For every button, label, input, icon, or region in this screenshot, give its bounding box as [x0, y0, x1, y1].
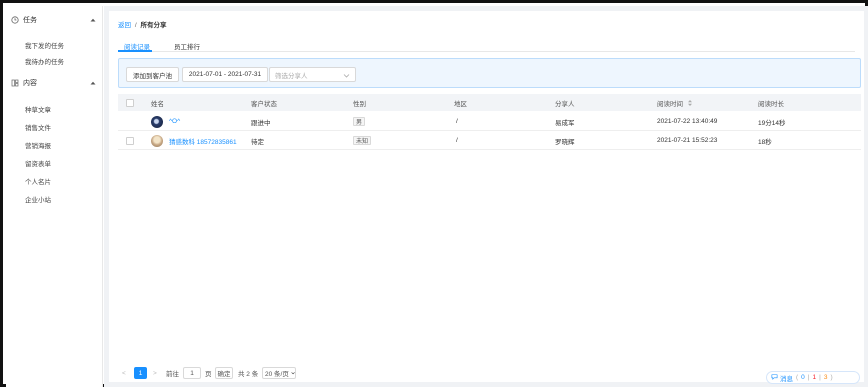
active-tab-indicator	[118, 50, 152, 52]
goto-page-input[interactable]: 1	[183, 367, 201, 379]
tab-staff-ranking[interactable]: 员工排行	[174, 41, 200, 51]
filter-bar: 添加到客户池 2021-07-01 - 2021-07-31 筛选分享人	[118, 58, 861, 88]
page-1-button[interactable]: 1	[134, 367, 147, 379]
content-area: 返回 / 所有分享 阅读记录 员工排行 添加到客户池 2021-07-01 - …	[104, 6, 868, 387]
message-count-red: 1	[812, 374, 817, 381]
sidebar-item-lead-forms[interactable]: 留资表单	[25, 158, 51, 168]
main-panel: 返回 / 所有分享 阅读记录 员工排行 添加到客户池 2021-07-01 - …	[109, 11, 864, 382]
message-close-paren: )	[830, 374, 833, 381]
sidebar-group-content[interactable]: 内容	[11, 77, 99, 89]
sidebar-item-my-todo-tasks[interactable]: 我待办的任务	[25, 56, 64, 66]
table-header: 姓名 客户状态 性别 地区 分享人 阅读时间 阅读时长	[118, 94, 861, 111]
goto-label: 前往	[166, 371, 179, 378]
col-header-status: 客户状态	[251, 100, 277, 108]
total-count: 共 2 条	[238, 371, 259, 378]
chevron-down-icon	[291, 372, 295, 375]
prev-page-button[interactable]: <	[122, 367, 130, 379]
table-row[interactable]: 猜惑数科 18572835861 待定 未知 / 罗晓辉 2021-07-21 …	[118, 132, 861, 150]
message-count-orange: 3	[823, 374, 828, 381]
avatar	[151, 115, 163, 128]
sidebar: 任务 我下发的任务 我待办的任务 内容 种草文章 销售文件 营销海报 留资表单 …	[6, 6, 103, 387]
col-header-read-time-label: 阅读时间	[657, 100, 683, 108]
read-time-cell: 2021-07-22 13:40:49	[657, 118, 718, 125]
message-icon	[771, 373, 780, 382]
col-header-sharer: 分享人	[555, 100, 575, 108]
sidebar-item-marketing-posters[interactable]: 营销海报	[25, 140, 51, 150]
add-to-customer-pool-button[interactable]: 添加到客户池	[126, 67, 179, 82]
sharer-filter-placeholder: 筛选分享人	[275, 72, 308, 80]
select-all-checkbox[interactable]	[126, 94, 134, 111]
sort-icon[interactable]	[687, 99, 693, 107]
duration-cell: 19分14秒	[758, 119, 786, 127]
next-page-button[interactable]: >	[153, 367, 161, 379]
col-header-read-time[interactable]: 阅读时间	[657, 94, 693, 111]
sidebar-item-business-card[interactable]: 个人名片	[25, 176, 51, 186]
breadcrumb-separator: /	[134, 22, 137, 29]
message-widget[interactable]: 消息 ( 0 | 1 | 3 )	[766, 371, 860, 384]
sidebar-item-sales-files[interactable]: 销售文件	[25, 122, 51, 132]
chevron-down-icon	[343, 72, 350, 79]
name-cell: ^O^	[151, 113, 180, 130]
duration-cell: 18秒	[758, 138, 772, 146]
chevron-up-icon[interactable]	[89, 16, 97, 24]
sidebar-item-seeding-articles[interactable]: 种草文章	[25, 104, 51, 114]
col-header-duration: 阅读时长	[758, 100, 784, 108]
name-cell: 猜惑数科 18572835861	[151, 132, 237, 149]
sharer-cell: 易成军	[555, 119, 575, 127]
region-cell: /	[456, 118, 458, 125]
status-cell: 待定	[251, 138, 264, 146]
sidebar-item-company-site[interactable]: 企业小站	[25, 194, 51, 204]
avatar	[151, 134, 163, 147]
sharer-cell: 罗晓辉	[555, 138, 575, 146]
gender-tag: 男	[353, 117, 366, 126]
content-icon	[11, 79, 19, 87]
breadcrumb: 返回 / 所有分享	[118, 19, 166, 29]
goto-confirm-button[interactable]: 确定	[215, 367, 233, 379]
tab-bar: 阅读记录 员工排行	[118, 34, 855, 52]
gender-cell: 男	[353, 113, 366, 130]
date-range-picker[interactable]: 2021-07-01 - 2021-07-31	[182, 67, 268, 82]
sidebar-group-tasks[interactable]: 任务	[11, 14, 99, 26]
status-cell: 跟进中	[251, 119, 271, 127]
clock-icon	[11, 16, 19, 24]
message-separator: |	[819, 374, 821, 381]
col-header-name: 姓名	[151, 100, 164, 108]
message-separator: |	[807, 374, 810, 381]
app-window: 任务 我下发的任务 我待办的任务 内容 种草文章 销售文件 营销海报 留资表单 …	[0, 0, 868, 387]
read-time-cell: 2021-07-21 15:52:23	[657, 137, 718, 144]
message-count-blue: 0	[801, 374, 805, 381]
row-checkbox[interactable]	[126, 132, 134, 149]
goto-page-suffix: 页	[205, 371, 212, 378]
table-row[interactable]: ^O^ 跟进中 男 / 易成军 2021-07-22 13:40:49 19分1…	[118, 113, 861, 131]
page-size-value: 20 条/页	[265, 371, 289, 378]
col-header-region: 地区	[454, 100, 467, 108]
customer-name-link[interactable]: ^O^	[169, 118, 180, 125]
sharer-filter-select[interactable]: 筛选分享人	[269, 67, 356, 82]
page-size-select[interactable]: 20 条/页	[262, 367, 296, 379]
gender-cell: 未知	[353, 132, 372, 149]
back-link[interactable]: 返回	[118, 22, 131, 29]
sidebar-group-title: 内容	[23, 80, 37, 87]
col-header-gender: 性别	[353, 100, 366, 108]
sidebar-item-my-issued-tasks[interactable]: 我下发的任务	[25, 40, 64, 50]
message-label: 消息	[780, 375, 793, 383]
gender-tag: 未知	[353, 136, 372, 145]
customer-name-link[interactable]: 猜惑数科 18572835861	[169, 136, 237, 146]
sidebar-group-title: 任务	[23, 17, 37, 24]
page-title: 所有分享	[140, 22, 167, 29]
message-open-paren: (	[796, 374, 799, 381]
chevron-up-icon[interactable]	[89, 79, 97, 87]
region-cell: /	[456, 137, 458, 144]
